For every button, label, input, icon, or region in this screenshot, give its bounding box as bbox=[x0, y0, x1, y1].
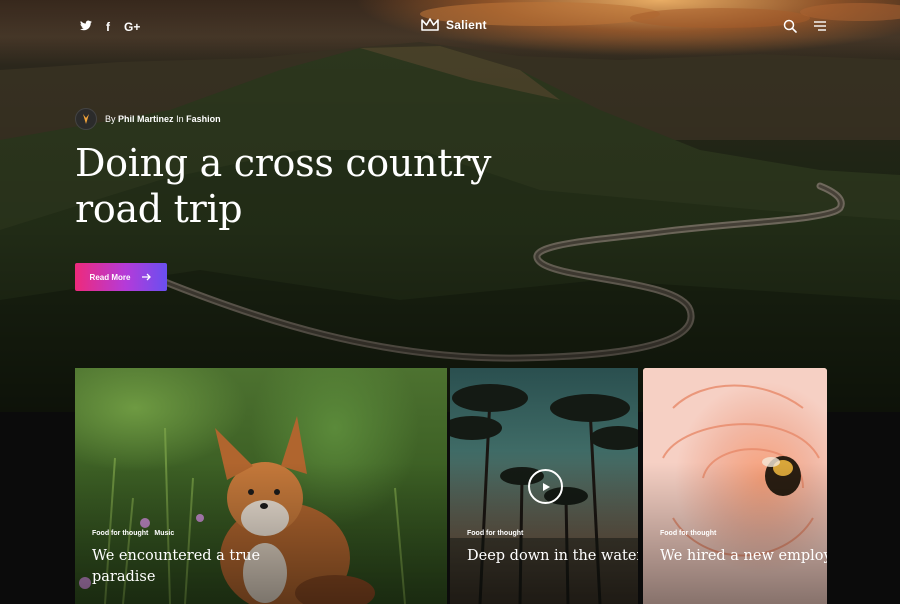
search-icon[interactable] bbox=[783, 19, 797, 33]
category-link[interactable]: Fashion bbox=[186, 114, 221, 124]
tag-link[interactable]: Food for thought bbox=[660, 530, 716, 537]
post-card[interactable]: Food for thought Deep down in the water bbox=[450, 368, 638, 604]
read-more-label: Read More bbox=[89, 272, 131, 282]
post-card-title[interactable]: We encountered a true paradise bbox=[92, 546, 292, 588]
play-button[interactable] bbox=[528, 469, 563, 504]
avatar-icon bbox=[83, 114, 89, 124]
read-more-button[interactable]: Read More bbox=[75, 263, 167, 291]
post-card[interactable]: Food for thought We hired a new employee bbox=[643, 368, 827, 604]
hero-headline[interactable]: Doing a cross country road trip bbox=[75, 140, 495, 232]
post-card-title[interactable]: Deep down in the water bbox=[467, 546, 638, 567]
menu-icon[interactable] bbox=[813, 20, 827, 32]
nav-actions bbox=[783, 19, 827, 33]
tag-link[interactable]: Food for thought bbox=[467, 530, 523, 537]
post-card-title[interactable]: We hired a new employee bbox=[660, 546, 827, 567]
crown-icon bbox=[421, 18, 439, 31]
social-links: f G+ bbox=[80, 19, 140, 35]
post-meta-text: By Phil Martinez In Fashion bbox=[105, 114, 221, 124]
google-plus-icon[interactable]: G+ bbox=[124, 19, 140, 35]
in-prefix: In bbox=[176, 114, 184, 124]
post-card[interactable]: Food for thought Music We encountered a … bbox=[75, 368, 447, 604]
arrow-right-icon bbox=[142, 273, 152, 281]
author-avatar[interactable] bbox=[75, 108, 97, 130]
tag-link[interactable]: Music bbox=[154, 530, 174, 537]
post-card-tags: Food for thought bbox=[467, 530, 523, 537]
tag-link[interactable]: Food for thought bbox=[92, 530, 148, 537]
brand-name: Salient bbox=[446, 18, 487, 32]
post-card-tags: Food for thought Music bbox=[92, 530, 174, 537]
facebook-icon[interactable]: f bbox=[106, 19, 110, 35]
twitter-icon[interactable] bbox=[80, 19, 92, 35]
brand-logo[interactable]: Salient bbox=[421, 18, 487, 32]
post-card-tags: Food for thought bbox=[660, 530, 716, 537]
play-icon bbox=[542, 482, 550, 491]
by-prefix: By bbox=[105, 114, 116, 124]
post-meta: By Phil Martinez In Fashion bbox=[75, 108, 221, 130]
top-nav: f G+ Salient bbox=[0, 0, 900, 56]
post-card-overlay bbox=[643, 368, 827, 604]
author-link[interactable]: Phil Martinez bbox=[118, 114, 174, 124]
